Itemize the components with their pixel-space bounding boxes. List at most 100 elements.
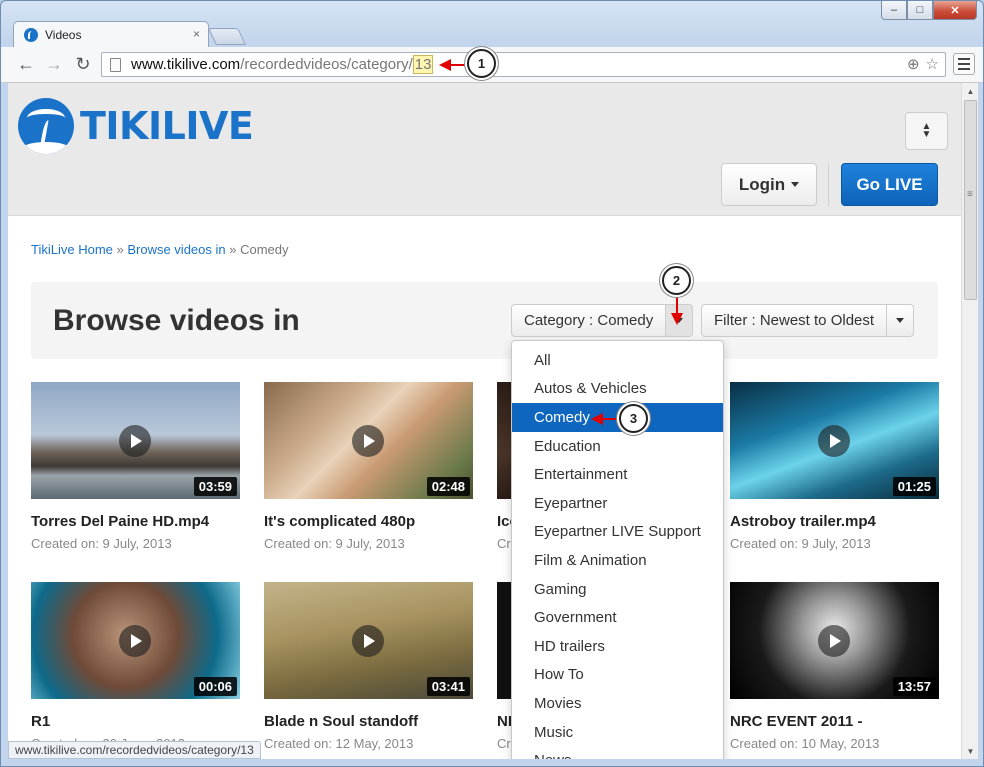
play-icon[interactable]: [818, 425, 850, 457]
breadcrumb-separator: »: [225, 242, 241, 257]
header-divider: [828, 163, 829, 206]
browser-window: – □ ✕ Videos × ← → ↻ www.tikilive.com/re…: [0, 0, 984, 767]
browse-panel: Browse videos in Category : Comedy Filte…: [31, 282, 938, 359]
video-card[interactable]: 03:59 Torres Del Paine HD.mp4 Created on…: [31, 382, 240, 551]
callout-arrow-icon: [591, 413, 619, 425]
zoom-icon[interactable]: ⊕: [907, 55, 920, 73]
category-option-eyepartner-live[interactable]: Eyepartner LIVE Support: [512, 518, 723, 547]
tikilive-logo[interactable]: TIKILIVE: [18, 98, 254, 154]
filter-caret-button[interactable]: [887, 304, 915, 337]
category-dropdown[interactable]: Category : Comedy: [511, 304, 694, 337]
url-host: www.tikilive.com: [131, 56, 241, 73]
category-option-entertainment[interactable]: Entertainment: [512, 460, 723, 489]
window-controls: – □ ✕: [881, 1, 977, 20]
site-header: TIKILIVE ▲ ▼ Login Go LIVE: [8, 83, 961, 216]
video-created-date: Created on: 10 May, 2013: [730, 736, 880, 751]
category-option-news[interactable]: News: [512, 746, 723, 759]
breadcrumb-home-link[interactable]: TikiLive Home: [31, 242, 113, 257]
play-icon[interactable]: [352, 425, 384, 457]
breadcrumb-current: Comedy: [240, 242, 289, 257]
category-option-education[interactable]: Education: [512, 432, 723, 461]
video-title[interactable]: R1: [31, 713, 240, 730]
tikilive-favicon-icon: [24, 27, 38, 42]
category-option-government[interactable]: Government: [512, 603, 723, 632]
video-card[interactable]: 00:06 R1 Created on: 20 June, 2013: [31, 582, 240, 751]
video-thumbnail[interactable]: 03:59: [31, 382, 240, 499]
callout-2: 2: [662, 266, 691, 295]
chrome-menu-icon[interactable]: [953, 53, 975, 75]
callout-arrow-icon: [671, 293, 683, 325]
category-dropdown-label[interactable]: Category : Comedy: [511, 304, 667, 337]
breadcrumb: TikiLive Home » Browse videos in » Comed…: [31, 242, 289, 257]
breadcrumb-separator: »: [112, 242, 128, 257]
duration-badge: 13:57: [892, 677, 936, 696]
minimize-button[interactable]: –: [881, 1, 907, 20]
video-card[interactable]: 03:41 Blade n Soul standoff Created on: …: [264, 582, 473, 751]
status-bar-url: www.tikilive.com/recordedvideos/category…: [8, 741, 261, 759]
category-option-autos[interactable]: Autos & Vehicles: [512, 375, 723, 404]
video-created-date: Created on: 12 May, 2013: [264, 736, 414, 751]
category-option-film[interactable]: Film & Animation: [512, 546, 723, 575]
video-title[interactable]: Astroboy trailer.mp4: [730, 513, 939, 530]
filter-dropdown[interactable]: Filter : Newest to Oldest: [701, 304, 915, 337]
callout-3: 3: [619, 404, 648, 433]
back-arrow-icon[interactable]: ←: [15, 53, 37, 75]
address-bar[interactable]: www.tikilive.com/recordedvideos/category…: [101, 52, 946, 77]
play-icon[interactable]: [352, 625, 384, 657]
callout-1: 1: [467, 49, 496, 78]
duration-badge: 03:41: [426, 677, 470, 696]
vertical-scrollbar[interactable]: ▲ ▼: [961, 83, 978, 759]
play-icon[interactable]: [119, 425, 151, 457]
video-thumbnail[interactable]: 01:25: [730, 382, 939, 499]
logo-text: TIKILIVE: [80, 104, 254, 148]
maximize-button[interactable]: □: [907, 1, 933, 20]
video-title[interactable]: Torres Del Paine HD.mp4: [31, 513, 240, 530]
login-label: Login: [738, 174, 786, 194]
video-card[interactable]: 02:48 It's complicated 480p Created on: …: [264, 382, 473, 551]
forward-arrow-icon[interactable]: →: [43, 53, 65, 75]
video-created-date: Created on: 9 July, 2013: [31, 536, 172, 551]
scroll-down-icon[interactable]: ▼: [962, 743, 979, 759]
video-thumbnail[interactable]: 03:41: [264, 582, 473, 699]
category-option-movies[interactable]: Movies: [512, 689, 723, 718]
category-option-hd-trailers[interactable]: HD trailers: [512, 632, 723, 661]
bookmark-star-icon[interactable]: ☆: [926, 55, 939, 73]
login-button[interactable]: Login: [721, 163, 817, 206]
video-thumbnail[interactable]: 02:48: [264, 382, 473, 499]
new-tab-button[interactable]: [208, 28, 246, 45]
video-title[interactable]: Blade n Soul standoff: [264, 713, 473, 730]
breadcrumb-browse-link[interactable]: Browse videos in: [127, 242, 225, 257]
video-title[interactable]: It's complicated 480p: [264, 513, 473, 530]
page-viewport: TIKILIVE ▲ ▼ Login Go LIVE TikiLive Home …: [8, 83, 961, 759]
reload-icon[interactable]: ↻: [72, 53, 94, 75]
url-category-id: 13: [412, 55, 434, 74]
duration-badge: 02:48: [426, 477, 470, 496]
browser-tab[interactable]: Videos ×: [13, 21, 209, 47]
duration-badge: 00:06: [193, 677, 237, 696]
filter-dropdown-label[interactable]: Filter : Newest to Oldest: [701, 304, 888, 337]
category-option-music[interactable]: Music: [512, 718, 723, 747]
scrollbar-thumb[interactable]: [964, 100, 977, 300]
chevron-down-icon: [791, 182, 800, 187]
play-icon[interactable]: [818, 625, 850, 657]
video-card[interactable]: 01:25 Astroboy trailer.mp4 Created on: 9…: [730, 382, 939, 551]
play-icon[interactable]: [119, 625, 151, 657]
video-title[interactable]: NRC EVENT 2011 -: [730, 713, 939, 730]
window-frame-bottom: [1, 759, 983, 766]
scroll-up-icon[interactable]: ▲: [962, 83, 979, 99]
video-card[interactable]: 13:57 NRC EVENT 2011 - Created on: 10 Ma…: [730, 582, 939, 751]
category-option-gaming[interactable]: Gaming: [512, 575, 723, 604]
close-window-button[interactable]: ✕: [933, 1, 977, 20]
chevron-down-icon: [896, 318, 905, 323]
category-option-how-to[interactable]: How To: [512, 661, 723, 690]
video-thumbnail[interactable]: 13:57: [730, 582, 939, 699]
nav-toggle-button[interactable]: ▲ ▼: [905, 112, 948, 150]
page-icon: [110, 57, 121, 72]
category-option-all[interactable]: All: [512, 346, 723, 375]
tab-close-icon[interactable]: ×: [193, 27, 200, 41]
category-dropdown-menu: All Autos & Vehicles Comedy Education En…: [511, 340, 724, 759]
callout-arrow-icon: [439, 59, 467, 71]
go-live-button[interactable]: Go LIVE: [841, 163, 938, 206]
category-option-eyepartner[interactable]: Eyepartner: [512, 489, 723, 518]
video-thumbnail[interactable]: 00:06: [31, 582, 240, 699]
